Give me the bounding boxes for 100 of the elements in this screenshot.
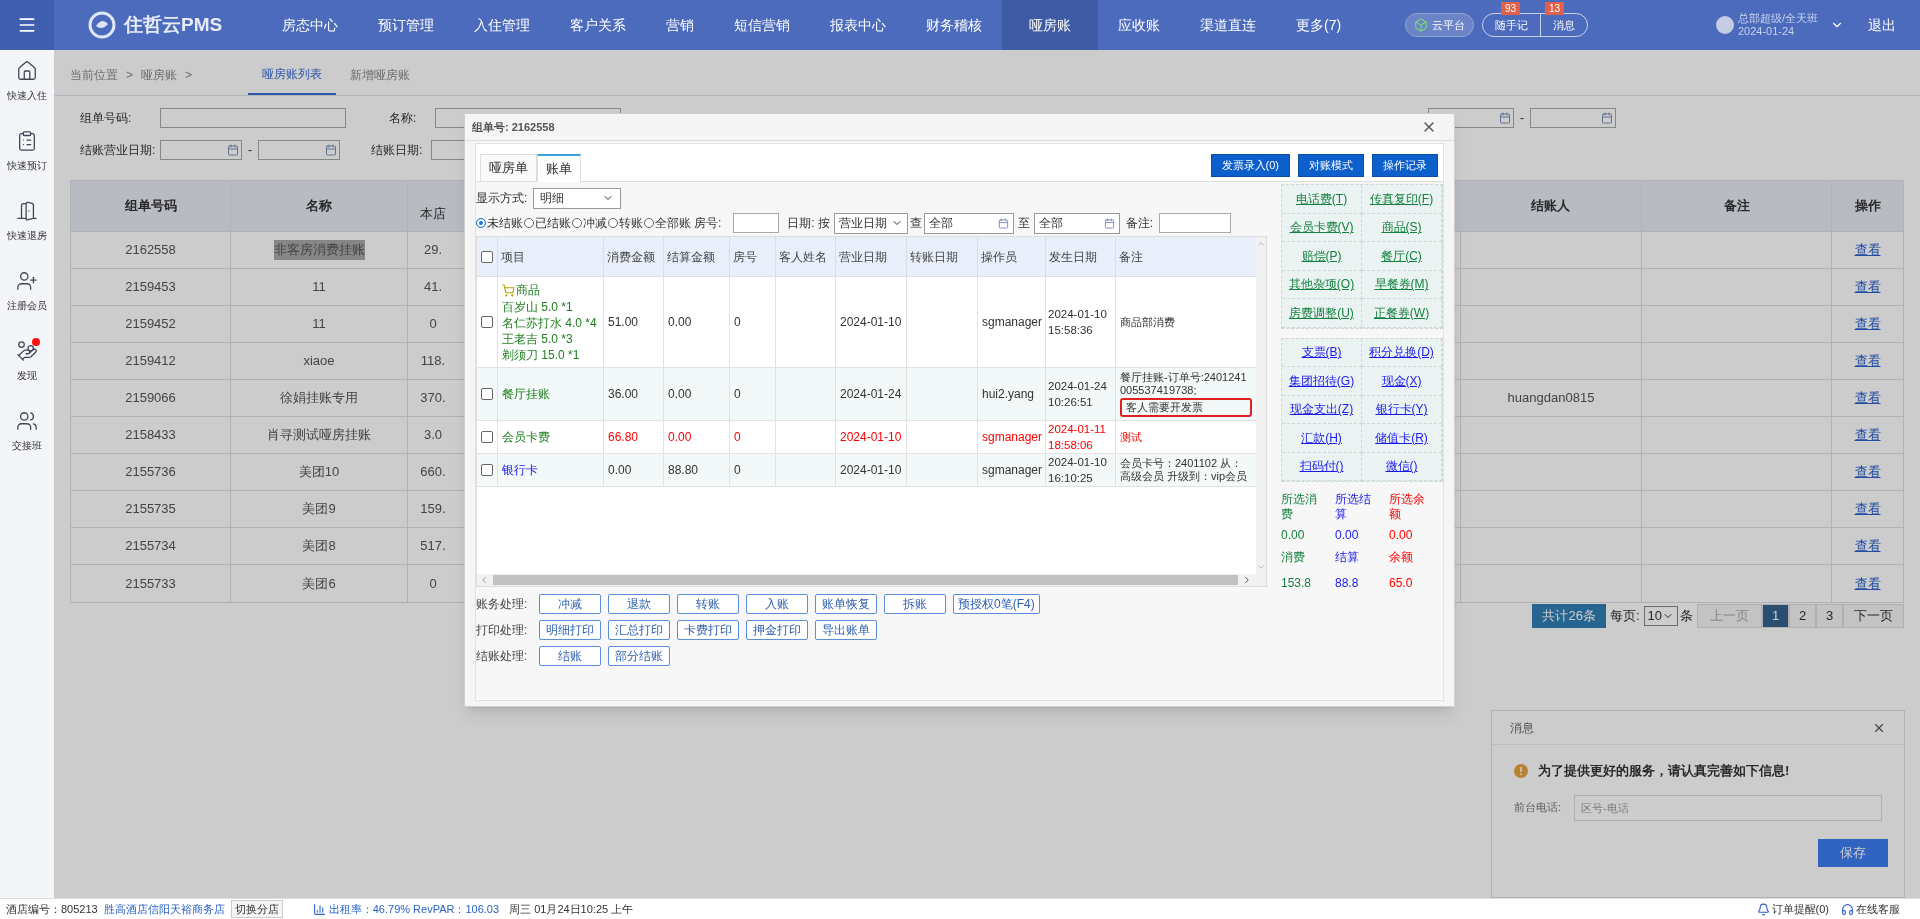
table-cell: 2159453 [71,269,231,305]
table-cell-text: 肖寻测试哑房挂账 [267,426,371,445]
table-cell-text: 517. [419,537,447,556]
column-header: 操作员 [978,237,1046,276]
table-cell: 2024-01-10 [836,454,907,486]
table-cell: 0.00 [604,454,664,486]
table-cell-text: 159. [419,500,447,519]
range-separator: - [248,142,252,159]
date-time: 周三 01月24日10:25 上午 [509,901,634,917]
summary-value: 0.00 [1335,527,1360,544]
table-cell: 2024-01-10 [836,421,907,453]
table-cell: sgmanager [978,421,1046,453]
table-cell-text: 41. [422,278,444,297]
table-cell: 88.80 [664,454,730,486]
group-label: 打印处理: [476,622,529,639]
column-header: 本店 [419,204,447,223]
table-cell-text: 11 [312,278,326,297]
table-cell: 0 [730,368,776,420]
column-header: 结账人 [1460,181,1642,231]
table-cell-text: 美团10 [298,463,340,482]
field-label: 显示方式: [476,190,528,207]
table-cell: 2159452 [71,306,231,342]
table-cell-text: 徐娟挂账专用 [280,389,358,408]
user-name: 总部超级/全天班 [1737,12,1818,25]
remark-text: 测试 [1120,430,1143,444]
panel-title: 消息 [1510,719,1534,737]
field-label: 按 [817,215,830,232]
field-label: 前台电话: [1514,800,1563,816]
table-cell: 2159066 [71,380,231,416]
count-badge: 93 [1500,2,1521,15]
total-value: 65.0 [1389,575,1414,592]
notice-text: 为了提供更好的服务，请认真完善如下信息! [1538,762,1790,780]
table-cell-text: 2024-01-24 10:26:51 [1048,379,1108,410]
goods-line: 剃须刀 15.0 *1 [502,347,581,363]
column-header: 名称 [231,181,408,231]
table-cell: 2155733 [71,565,231,602]
breadcrumb-separator: > [185,67,193,84]
table-cell: hui2.yang [978,368,1046,420]
table-cell: sgmanager [978,277,1046,367]
logo-text: 住哲云PMS [124,12,223,37]
goods-line: 王老吉 5.0 *3 [502,331,574,347]
total-count: 共计26条 [1532,604,1606,628]
column-header: 转账日期 [907,237,978,276]
table-cell: sgmanager [978,454,1046,486]
table-cell-text: 2024-01-11 18:58:06 [1048,422,1107,453]
table-cell: 2024-01-10 [836,277,907,367]
table-cell: 0 [730,454,776,486]
table-cell: 0.00 [664,277,730,367]
table-cell: 2162558 [71,232,231,268]
table-cell-text: 0 [428,574,438,593]
remark-text: 商品部消费 [1120,315,1176,329]
table-cell: 2155736 [71,454,231,490]
summary-label: 所选余额 [1389,492,1426,522]
column-header: 结算金额 [664,237,730,276]
total-value: 88.8 [1335,575,1360,592]
goods-line: 百岁山 5.0 *1 [502,299,574,315]
total-label: 余额 [1389,549,1414,566]
column-header: 发生日期 [1046,237,1116,276]
table-cell-text: 2024-01-10 15:58:36 [1048,307,1108,338]
table-cell: 51.00 [604,277,664,367]
table-cell-text: 3.0 [422,426,444,445]
table-cell-text: 美团6 [302,574,336,593]
column-header: 组单号码 [71,181,231,231]
table-cell: 2158433 [71,417,231,453]
group-label: 账务处理: [476,596,529,613]
hotel-number: 酒店编号：805213 [6,901,98,917]
table-cell: 0.00 [664,421,730,453]
group-label: 结账处理: [476,648,529,665]
column-header: 操作 [1853,197,1882,216]
total-value: 153.8 [1281,575,1313,592]
table-cell-text: 0 [428,315,438,334]
table-cell-text: 2024-01-10 16:10:25 [1048,455,1108,486]
field-label: 至 [1017,215,1030,232]
count-badge: 13 [1544,2,1565,15]
goods-line: 名仁苏打水 4.0 *4 [502,315,598,331]
field-label: 日期: [787,215,815,232]
total-label: 结算 [1335,549,1360,566]
table-cell: 0 [730,421,776,453]
column-header: 备注 [1118,248,1144,266]
column-header: 营业日期 [836,237,907,276]
per-page-unit: 条 [1679,607,1694,626]
item-name: 商品 [516,282,540,299]
table-cell-text: 660. [419,463,447,482]
field-label: 备注: [1125,215,1154,232]
table-cell-text: 美团8 [302,537,336,556]
table-cell: huangdan0815 [1460,380,1642,416]
per-page-label: 每页: [1608,607,1641,626]
table-cell: 2024-01-24 [836,368,907,420]
occupancy-stats: 出租率：46.79% RevPAR：106.03 [328,901,500,917]
field-label: 名称: [389,110,418,127]
field-label: 查 [909,215,922,232]
field-label: 组单号码: [80,110,133,127]
table-cell: 0 [730,277,776,367]
table-cell-text: xiaoe [303,352,335,371]
summary-value: 0.00 [1389,527,1414,544]
user-date: 2024-01-24 [1737,25,1796,38]
table-cell: 36.00 [604,368,664,420]
table-cell: 2155734 [71,528,231,564]
remark-text: 会员卡号：2401102 从：高级会员 升级到：vip会员 [1120,457,1249,483]
summary-label: 所选结算 [1335,492,1372,522]
